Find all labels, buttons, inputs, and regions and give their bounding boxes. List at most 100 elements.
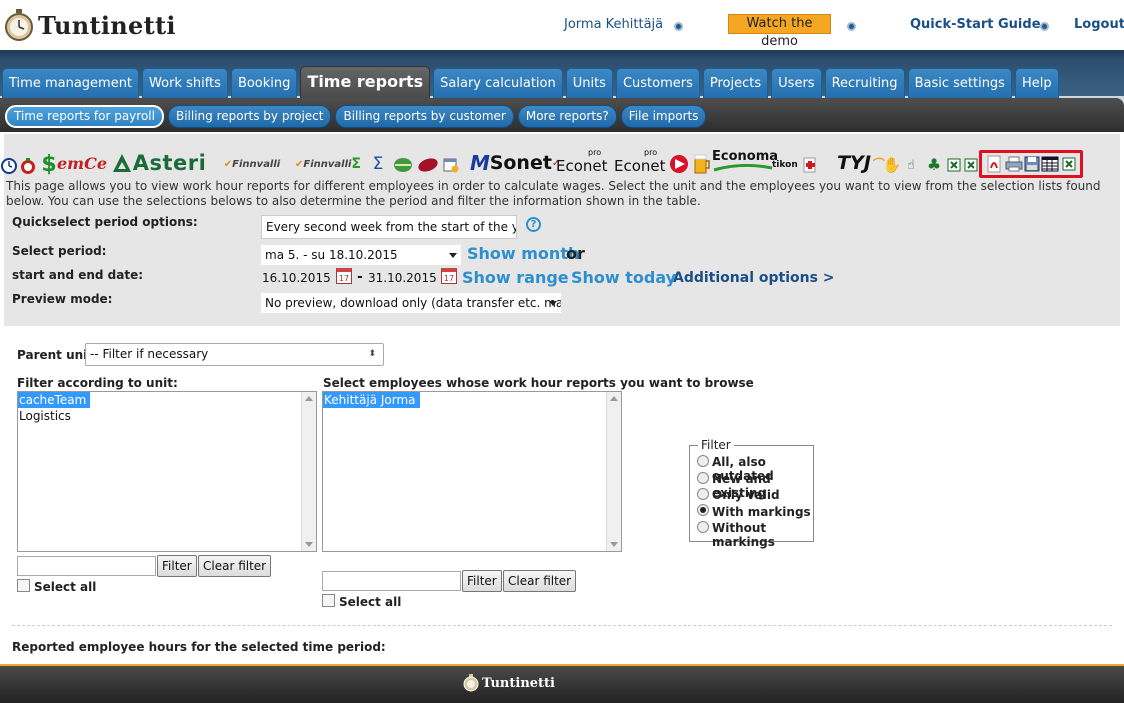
chevron-down-icon (449, 253, 457, 258)
current-user-link[interactable]: Jorma Kehittäjä (564, 17, 663, 32)
leaf-icon[interactable] (417, 156, 439, 174)
end-calendar-icon[interactable]: 17 (441, 268, 457, 284)
finnvalli-logo-text: Finnvalli (232, 158, 281, 170)
econet-logo-2[interactable]: pro Econet (614, 148, 670, 176)
footer (0, 664, 1124, 703)
beer-icon[interactable] (692, 152, 712, 174)
economa-logo-text: Economa (712, 149, 779, 164)
tab-units[interactable]: Units (565, 68, 613, 98)
sigma-icon[interactable]: Σ (367, 154, 389, 174)
unit-list[interactable]: cacheTeam Helper tiimi Logistics (17, 391, 317, 552)
scroll-down-icon[interactable] (305, 542, 313, 547)
sonet-logo[interactable]: Sonet ✓ (490, 152, 561, 174)
hand-export-icon[interactable]: ☝ (903, 156, 919, 174)
radio-with-markings[interactable] (697, 504, 709, 516)
tab-users[interactable]: Users (771, 68, 822, 98)
econet-logo[interactable]: pro Econet (556, 149, 612, 176)
excel-icon[interactable] (946, 157, 962, 173)
footer-logo: Tuntinetti (463, 674, 555, 692)
list-item[interactable]: Kehittäjä Jorma (323, 392, 420, 408)
unit-filter-input[interactable] (17, 556, 156, 576)
tab-projects[interactable]: Projects (702, 68, 769, 98)
tikon-label: tikon (772, 160, 798, 170)
subtab-billing-by-project[interactable]: Billing reports by project (167, 105, 332, 128)
employee-filter-input[interactable] (322, 571, 461, 591)
start-date-field[interactable]: 16.10.2015 (262, 271, 331, 285)
list-item[interactable]: Logistics (18, 408, 316, 424)
employee-filter-button[interactable]: Filter (462, 570, 502, 592)
tyj-logo[interactable]: TYJ ⌒ (837, 152, 883, 174)
radio-label: Without markings (712, 521, 775, 549)
economa-logo[interactable]: Economa tikon (712, 146, 798, 176)
lemon-icon[interactable] (393, 156, 413, 174)
tab-work-shifts[interactable]: Work shifts (142, 68, 228, 98)
preview-mode-label: Preview mode: (12, 292, 113, 306)
employee-select-all-checkbox[interactable] (322, 594, 335, 607)
radio-only-valid[interactable] (697, 488, 709, 500)
show-today-link[interactable]: Show today (571, 268, 676, 287)
hand-icon[interactable]: ✋ (883, 156, 902, 174)
radio-without-markings[interactable] (697, 521, 709, 533)
subtab-billing-by-customer[interactable]: Billing reports by customer (335, 105, 514, 128)
preview-mode-value: No preview, download only (data transfer… (265, 296, 561, 310)
tab-booking[interactable]: Booking (230, 68, 298, 98)
tab-time-management[interactable]: Time management (2, 68, 140, 98)
finnvalli-logo[interactable]: ✔ Finnvalli (216, 156, 288, 172)
tab-salary-calculation[interactable]: Salary calculation (433, 68, 563, 98)
parent-unit-dropdown[interactable]: -- Filter if necessary ⬍ (85, 343, 384, 366)
watch-demo-button[interactable]: Watch the demo (728, 14, 831, 49)
subtab-more-reports[interactable]: More reports? (517, 105, 617, 128)
logout-link[interactable]: Logout (1074, 17, 1124, 32)
pdf-plus-icon[interactable] (802, 157, 818, 173)
unit-filter-label: Filter according to unit: (17, 376, 178, 390)
app-logo[interactable]: Tuntinetti (4, 8, 176, 42)
scroll-up-icon[interactable] (610, 396, 618, 401)
start-end-date-label: start and end date: (12, 268, 144, 282)
subtab-file-imports[interactable]: File imports (620, 105, 707, 128)
tab-help[interactable]: Help (1014, 68, 1059, 98)
quickselect-dropdown[interactable]: Every second week from the start of the … (261, 215, 517, 239)
parent-unit-value: -- Filter if necessary (90, 347, 209, 361)
finnvalli-sigma-logo[interactable]: ✔ Finnvalli Σ (292, 156, 364, 172)
scroll-down-icon[interactable] (610, 542, 618, 547)
help-icon[interactable]: ? (526, 217, 541, 232)
tab-basic-settings[interactable]: Basic settings (907, 68, 1012, 98)
scrollbar[interactable] (606, 392, 621, 551)
employees-label: Select employees whose work hour reports… (323, 376, 754, 390)
quick-start-guide-link[interactable]: Quick-Start Guide (910, 17, 1041, 32)
preview-mode-dropdown[interactable]: No preview, download only (data transfer… (261, 293, 561, 313)
radio-new-and-existing[interactable] (697, 472, 709, 484)
excel-export-icon[interactable] (963, 157, 979, 173)
clock-icon[interactable] (1, 158, 17, 174)
scrollbar[interactable] (301, 392, 316, 551)
list-item[interactable]: cacheTeam (18, 392, 91, 408)
tab-recruiting[interactable]: Recruiting (824, 68, 905, 98)
tab-time-reports[interactable]: Time reports (300, 66, 431, 98)
select-period-dropdown[interactable]: ma 5. - su 18.10.2015 (261, 245, 461, 265)
subtab-time-reports-payroll[interactable]: Time reports for payroll (5, 105, 164, 128)
employee-clear-filter-button[interactable]: Clear filter (503, 570, 577, 592)
emce-logo[interactable]: emCe (57, 152, 107, 174)
unit-clear-filter-button[interactable]: Clear filter (198, 555, 272, 577)
asteri-logo-text: Asteri (132, 151, 207, 175)
unit-filter-button[interactable]: Filter (157, 555, 197, 577)
asteri-logo[interactable]: Asteri (106, 151, 212, 175)
calendar-export-icon[interactable] (443, 157, 459, 173)
dollar-icon[interactable]: $ (40, 152, 58, 177)
unit-select-all-checkbox[interactable] (17, 579, 30, 592)
main-tabs: Time management Work shifts Booking Time… (0, 66, 1062, 98)
date-separator: - (357, 269, 363, 285)
end-date-field[interactable]: 31.10.2015 (368, 271, 437, 285)
tomato-clock-icon[interactable] (20, 158, 36, 174)
start-calendar-icon[interactable]: 17 (336, 268, 352, 284)
scroll-up-icon[interactable] (305, 396, 313, 401)
additional-options-link[interactable]: Additional options > (673, 270, 835, 286)
econet-2-pro-label: pro (644, 148, 658, 157)
show-range-link[interactable]: Show range (462, 268, 569, 287)
arrow-logo[interactable] (669, 154, 691, 174)
tree-icon[interactable]: ♣ (925, 154, 943, 174)
employee-list[interactable]: Kehittäjä Jorma (322, 391, 622, 552)
show-month-link[interactable]: Show month (467, 244, 579, 263)
tab-customers[interactable]: Customers (615, 68, 700, 98)
radio-all-also-outdated[interactable] (697, 455, 709, 467)
